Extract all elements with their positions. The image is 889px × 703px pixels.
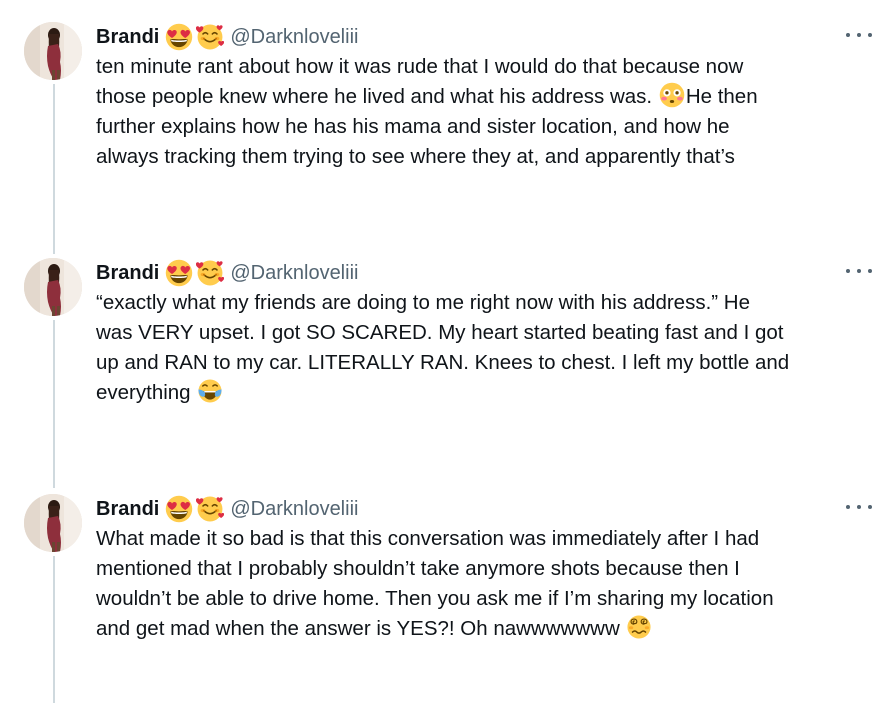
woozy-face-emoji-icon: [626, 614, 652, 640]
avatar[interactable]: [24, 494, 82, 552]
user-handle[interactable]: @Darknloveliii: [230, 260, 358, 286]
tears-of-joy-emoji-icon: [197, 378, 223, 404]
smiling-face-with-hearts-emoji-icon: [196, 495, 224, 523]
display-name[interactable]: Brandi: [96, 260, 159, 286]
tweet[interactable]: Brandi @Darknloveliii ten minute rant ab…: [0, 22, 889, 202]
tweet-text: “exactly what my friends are doing to me…: [96, 288, 866, 408]
more-options-icon[interactable]: [846, 500, 872, 514]
avatar[interactable]: [24, 22, 82, 80]
flushed-face-emoji-icon: [659, 82, 685, 108]
tweet-header: Brandi @Darknloveliii: [96, 496, 358, 522]
tweet-text-part: ten minute rant about how it was rude th…: [96, 55, 744, 108]
tweet-header: Brandi @Darknloveliii: [96, 24, 358, 50]
tweet-header: Brandi @Darknloveliii: [96, 260, 358, 286]
smiling-face-with-hearts-emoji-icon: [196, 259, 224, 287]
display-name[interactable]: Brandi: [96, 496, 159, 522]
tweet-text: ten minute rant about how it was rude th…: [96, 52, 866, 172]
tweet-text-part: What made it so bad is that this convers…: [96, 527, 774, 640]
tweet[interactable]: Brandi @Darknloveliii What made it so ba…: [0, 494, 889, 674]
smiling-face-with-hearts-emoji-icon: [196, 23, 224, 51]
heart-eyes-emoji-icon: [165, 259, 193, 287]
heart-eyes-emoji-icon: [165, 23, 193, 51]
display-name[interactable]: Brandi: [96, 24, 159, 50]
user-handle[interactable]: @Darknloveliii: [230, 24, 358, 50]
avatar[interactable]: [24, 258, 82, 316]
more-options-icon[interactable]: [846, 28, 872, 42]
more-options-icon[interactable]: [846, 264, 872, 278]
heart-eyes-emoji-icon: [165, 495, 193, 523]
user-handle[interactable]: @Darknloveliii: [230, 496, 358, 522]
tweet-text: What made it so bad is that this convers…: [96, 524, 866, 644]
tweet[interactable]: Brandi @Darknloveliii “exactly what my f…: [0, 258, 889, 438]
